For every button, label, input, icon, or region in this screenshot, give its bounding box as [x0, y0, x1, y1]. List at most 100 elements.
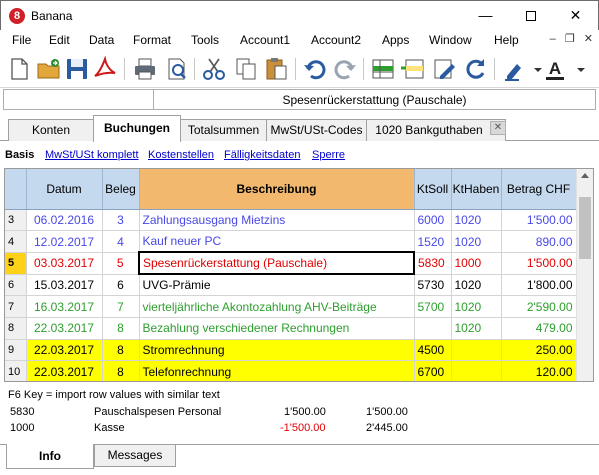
menu-apps[interactable]: Apps [382, 33, 409, 47]
table-row[interactable]: 7 16.03.2017 7 vierteljährliche Akontoza… [5, 295, 577, 318]
open-folder-icon[interactable] [36, 56, 62, 82]
row-number[interactable]: 6 [5, 274, 27, 297]
view-kostenstellen[interactable]: Kostenstellen [148, 149, 214, 161]
cell-betrag[interactable]: 479.00 [501, 317, 577, 340]
menu-account1[interactable]: Account1 [240, 33, 290, 47]
close-button[interactable]: ✕ [553, 1, 598, 30]
menu-window[interactable]: Window [429, 33, 472, 47]
cell-beleg[interactable]: 8 [102, 317, 140, 340]
cell-ktsoll[interactable]: 6700 [414, 360, 452, 381]
cell-beleg[interactable]: 8 [102, 339, 140, 362]
cell-datum[interactable]: 15.03.2017 [26, 274, 103, 297]
redo-icon[interactable] [332, 56, 358, 82]
column-header-kthaben[interactable]: KtHaben [451, 169, 502, 210]
cell-ktsoll[interactable] [414, 317, 452, 340]
font-color-dropdown-chevron-down-icon[interactable] [568, 56, 585, 82]
cell-beleg[interactable]: 6 [102, 274, 140, 297]
cell-beschreibung[interactable]: Kauf neuer PC [139, 230, 415, 253]
new-file-icon[interactable] [6, 56, 32, 82]
cell-betrag[interactable]: 120.00 [501, 360, 577, 381]
tab-bankguthaben[interactable]: 1020 Bankguthaben ✕ [366, 119, 506, 141]
menu-format[interactable]: Format [133, 33, 171, 47]
add-row-icon[interactable] [370, 56, 396, 82]
row-number[interactable]: 3 [5, 209, 27, 232]
cell-betrag[interactable]: 890.00 [501, 230, 577, 253]
view-faelligkeitsdaten[interactable]: Fälligkeitsdaten [224, 149, 300, 161]
cell-kthaben[interactable]: 1020 [451, 317, 502, 340]
copy-icon[interactable] [233, 56, 259, 82]
close-icon[interactable]: ✕ [490, 121, 506, 135]
cell-beleg[interactable]: 7 [102, 295, 140, 318]
table-row[interactable]: 9 22.03.2017 8 Stromrechnung 4500 250.00 [5, 339, 577, 362]
table-row[interactable]: 3 06.02.2016 3 Zahlungsausgang Mietzins … [5, 209, 577, 232]
column-header-betrag[interactable]: Betrag CHF [501, 169, 577, 210]
cell-kthaben[interactable] [451, 360, 502, 381]
mdi-close-button[interactable]: ✕ [584, 33, 593, 45]
tab-totalsummen[interactable]: Totalsummen [180, 119, 267, 141]
cell-beschreibung[interactable]: vierteljährliche Akontozahlung AHV-Beitr… [139, 295, 415, 318]
cell-betrag[interactable]: 1'500.00 [501, 252, 577, 275]
pdf-icon[interactable] [92, 55, 118, 82]
vertical-scrollbar[interactable] [576, 169, 593, 381]
row-number[interactable]: 10 [5, 360, 27, 381]
menu-help[interactable]: Help [494, 33, 519, 47]
column-header-beschreibung[interactable]: Beschreibung [139, 169, 415, 210]
print-preview-icon[interactable] [164, 56, 190, 82]
cell-ktsoll[interactable]: 6000 [414, 209, 452, 232]
menu-tools[interactable]: Tools [191, 33, 219, 47]
cell-beschreibung[interactable]: Telefonrechnung [139, 360, 415, 381]
table-row[interactable]: 6 15.03.2017 6 UVG-Prämie 5730 1020 1'80… [5, 274, 577, 297]
row-number[interactable]: 4 [5, 230, 27, 253]
cell-datum[interactable]: 22.03.2017 [26, 339, 103, 362]
cell-datum[interactable]: 12.02.2017 [26, 230, 103, 253]
row-number[interactable]: 8 [5, 317, 27, 340]
cell-address-field[interactable] [4, 90, 154, 109]
cell-ktsoll[interactable]: 5700 [414, 295, 452, 318]
edit-pencil-icon[interactable] [432, 56, 458, 82]
font-color-icon[interactable]: A [542, 56, 568, 82]
cell-kthaben[interactable]: 1020 [451, 274, 502, 297]
view-mwst-komplett[interactable]: MwSt/USt komplett [45, 149, 139, 161]
column-header-beleg[interactable]: Beleg [102, 169, 140, 210]
cell-beleg[interactable]: 4 [102, 230, 140, 253]
cell-beschreibung[interactable]: UVG-Prämie [139, 274, 415, 297]
table-row[interactable]: 4 12.02.2017 4 Kauf neuer PC 1520 1020 8… [5, 230, 577, 253]
cell-content-bar[interactable]: Spesenrückerstattung (Pauschale) [3, 89, 596, 110]
row-number[interactable]: 7 [5, 295, 27, 318]
cell-ktsoll[interactable]: 5730 [414, 274, 452, 297]
tab-mwst-codes[interactable]: MwSt/USt-Codes [266, 119, 367, 141]
tab-info[interactable]: Info [6, 444, 94, 469]
cell-beleg[interactable]: 5 [102, 252, 140, 275]
column-header-datum[interactable]: Datum [26, 169, 103, 210]
cell-datum[interactable]: 06.02.2016 [26, 209, 103, 232]
table-row[interactable]: 8 22.03.2017 8 Bezahlung verschiedener R… [5, 317, 577, 340]
menu-account2[interactable]: Account2 [311, 33, 361, 47]
save-icon[interactable] [64, 56, 90, 82]
cell-ktsoll[interactable]: 1520 [414, 230, 452, 253]
highlighter-dropdown-chevron-down-icon[interactable] [525, 56, 542, 82]
cell-kthaben[interactable]: 1020 [451, 209, 502, 232]
tab-konten[interactable]: Konten [8, 119, 94, 141]
undo-icon[interactable] [302, 56, 328, 82]
print-icon[interactable] [132, 56, 158, 82]
cell-ktsoll[interactable]: 4500 [414, 339, 452, 362]
transactions-table[interactable]: Datum Beleg Beschreibung KtSoll KtHaben … [4, 168, 594, 382]
cell-betrag[interactable]: 250.00 [501, 339, 577, 362]
cell-betrag[interactable]: 1'800.00 [501, 274, 577, 297]
maximize-button[interactable] [508, 1, 553, 30]
cell-beschreibung[interactable]: Zahlungsausgang Mietzins [139, 209, 415, 232]
paste-icon[interactable] [263, 56, 289, 82]
table-row[interactable]: 10 22.03.2017 8 Telefonrechnung 6700 120… [5, 360, 577, 381]
cell-beleg[interactable]: 8 [102, 360, 140, 381]
cell-beschreibung[interactable]: Stromrechnung [139, 339, 415, 362]
mdi-minimize-button[interactable]: – [550, 33, 556, 45]
cell-beleg[interactable]: 3 [102, 209, 140, 232]
row-number-current[interactable]: 5 [5, 252, 27, 275]
recalculate-icon[interactable] [462, 56, 488, 82]
minimize-button[interactable]: — [463, 1, 508, 30]
menu-data[interactable]: Data [89, 33, 114, 47]
scrollbar-thumb[interactable] [579, 197, 591, 259]
view-sperre[interactable]: Sperre [312, 149, 345, 161]
row-number[interactable]: 9 [5, 339, 27, 362]
cell-datum[interactable]: 16.03.2017 [26, 295, 103, 318]
